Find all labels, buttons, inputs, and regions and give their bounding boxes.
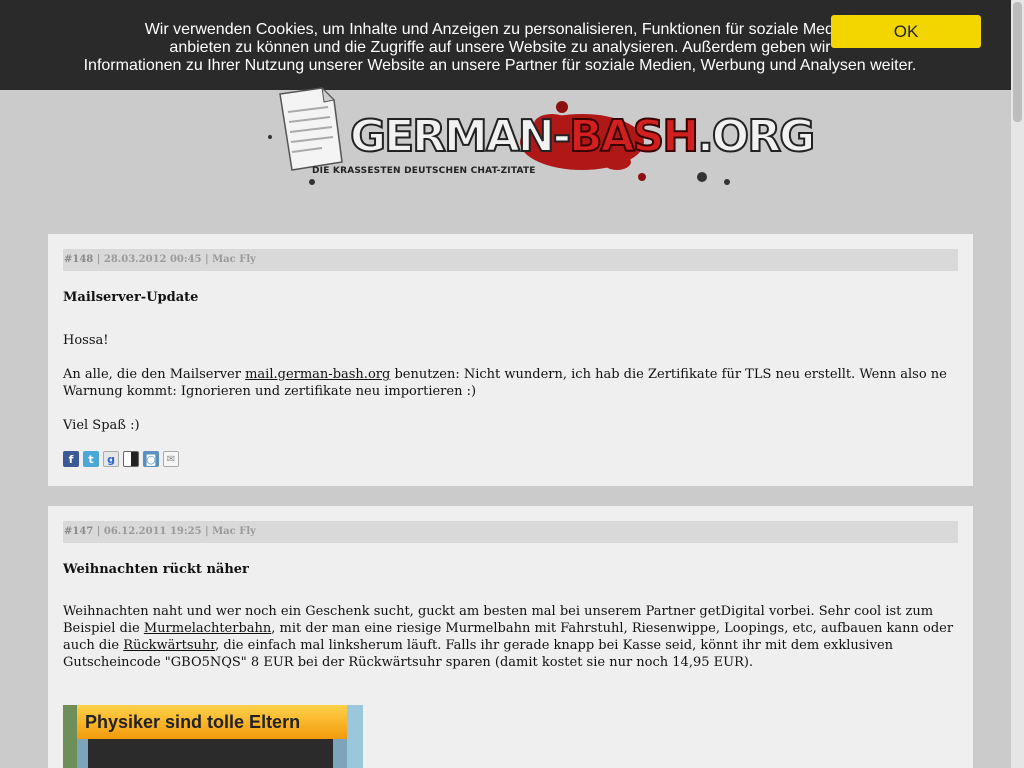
rueckwaertsuhr-link[interactable]: Rückwärtsuhr (123, 638, 215, 653)
delicious-icon[interactable] (123, 451, 139, 467)
logo-text-german: GERMAN- (349, 111, 572, 163)
post-148: #148 | 28.03.2012 00:45 | Mac Fly Mailse… (48, 234, 973, 486)
post-date-author: | 06.12.2011 19:25 | Mac Fly (96, 526, 256, 537)
post-body: Weihnachten naht und wer noch ein Gesche… (63, 603, 958, 688)
cookie-text: Wir verwenden Cookies, um Inhalte und An… (83, 21, 917, 74)
google-icon[interactable]: g (103, 451, 119, 467)
cookie-ok-button[interactable]: OK (831, 15, 981, 48)
post-closing: Viel Spaß :) (63, 418, 140, 433)
murmelachterbahn-link[interactable]: Murmelachterbahn (144, 621, 271, 636)
post-body: Hossa! An alle, die den Mailserver mail.… (63, 332, 958, 451)
post-147: #147 | 06.12.2011 19:25 | Mac Fly Weihna… (48, 506, 973, 768)
scrollbar-thumb[interactable] (1013, 2, 1022, 122)
cookie-banner: Wir verwenden Cookies, um Inhalte und An… (0, 0, 1011, 90)
mailserver-link[interactable]: mail.german-bash.org (245, 367, 390, 382)
promo-banner: Physiker sind tolle Eltern (77, 705, 347, 739)
email-icon[interactable]: ✉ (163, 451, 179, 467)
share-row: f t g ◙ ✉ (63, 451, 179, 467)
document-icon (279, 86, 343, 171)
logo-text-bash: BASH (568, 111, 700, 163)
promo-right-edge (347, 705, 363, 768)
logo-tagline: DIE KRASSESTEN DEUTSCHEN CHAT-ZITATE (312, 166, 536, 176)
post-paragraph: Weihnachten naht und wer noch ein Gesche… (63, 603, 958, 671)
post-greeting: Hossa! (63, 333, 109, 348)
twitter-icon[interactable]: t (83, 451, 99, 467)
studivz-icon[interactable]: ◙ (143, 451, 159, 467)
post-date-author: | 28.03.2012 00:45 | Mac Fly (96, 254, 256, 265)
promo-left-edge (63, 705, 77, 768)
post-number[interactable]: #148 (64, 254, 93, 265)
post-number[interactable]: #147 (64, 526, 93, 537)
promo-picture (88, 739, 333, 768)
scrollbar[interactable] (1011, 0, 1024, 768)
facebook-icon[interactable]: f (63, 451, 79, 467)
post-title: Mailserver-Update (63, 290, 199, 305)
post-meta: #148 | 28.03.2012 00:45 | Mac Fly (63, 249, 958, 271)
post-paragraph: An alle, die den Mailserver mail.german-… (63, 366, 958, 400)
post-title: Weihnachten rückt näher (63, 562, 249, 577)
post-meta: #147 | 06.12.2011 19:25 | Mac Fly (63, 521, 958, 543)
post-text: An alle, die den Mailserver (63, 367, 246, 382)
logo-text-org: .ORG (696, 111, 816, 163)
promo-image[interactable]: Physiker sind tolle Eltern (63, 705, 363, 768)
site-logo[interactable]: GERMAN-BASH.ORG DIE KRASSESTEN DEUTSCHEN… (262, 82, 816, 197)
